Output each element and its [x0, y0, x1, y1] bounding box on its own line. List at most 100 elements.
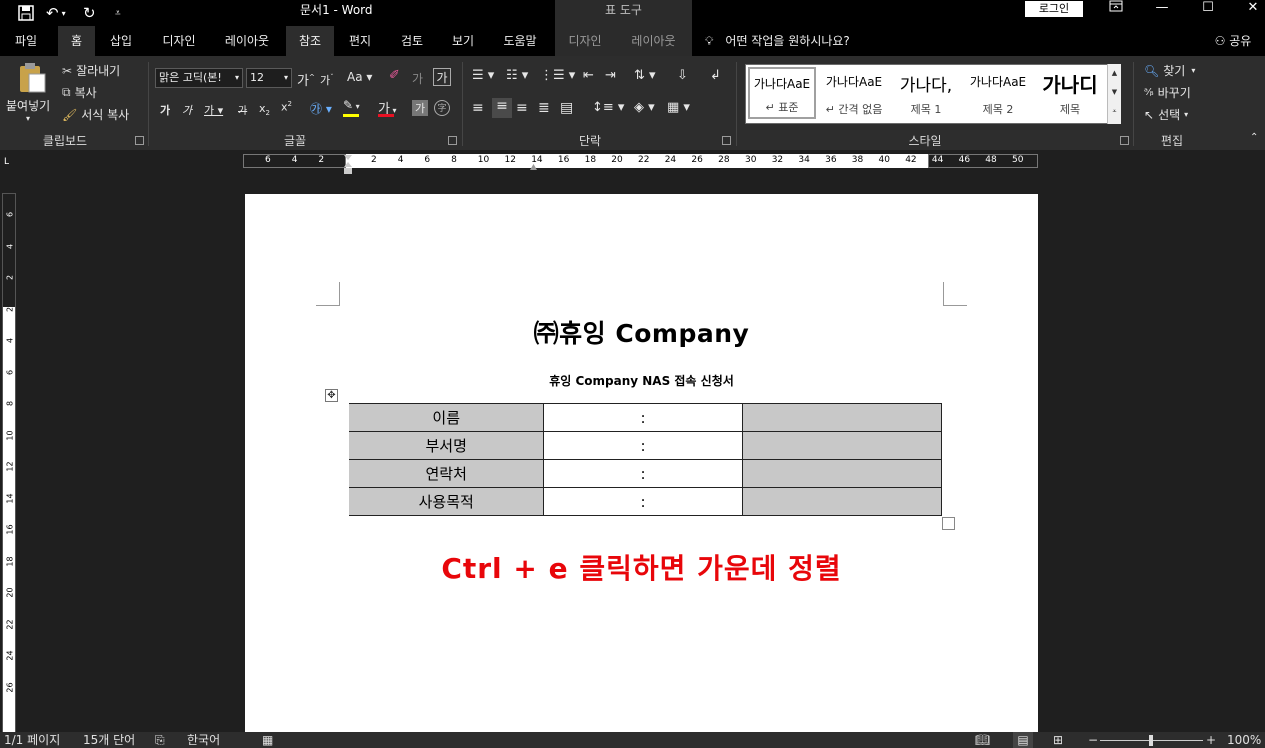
redo-icon[interactable]: ↻ — [83, 0, 96, 26]
tab-insert[interactable]: 삽입 — [101, 26, 141, 56]
tab-references[interactable]: 참조 — [286, 26, 334, 56]
superscript-icon[interactable]: x2 — [281, 100, 292, 114]
document-page[interactable]: ㈜휴잉 Company 휴잉 Company NAS 접속 신청서 ✥ 이름 :… — [245, 194, 1038, 734]
ribbon-display-options-icon[interactable] — [1093, 0, 1139, 18]
asian-layout-icon[interactable]: ⇩ — [677, 68, 688, 83]
tab-layout[interactable]: 레이아웃 — [215, 26, 279, 56]
multilevel-list-icon[interactable]: ⋮☰ ▾ — [540, 68, 575, 83]
close-icon[interactable]: ✕ — [1230, 0, 1265, 18]
font-launcher-icon[interactable] — [448, 136, 457, 145]
table-cell-separator[interactable]: : — [543, 431, 743, 460]
annotation-text[interactable]: Ctrl + e 클릭하면 가운데 정렬 — [245, 547, 1038, 587]
table-cell-label[interactable]: 사용목적 — [339, 487, 545, 516]
table-move-handle-icon[interactable]: ✥ — [325, 389, 338, 402]
table-cell-value[interactable] — [741, 431, 943, 460]
align-left-icon[interactable]: ≡ — [472, 100, 484, 116]
tab-design[interactable]: 디자인 — [152, 26, 206, 56]
styles-launcher-icon[interactable] — [1120, 136, 1129, 145]
text-effects-icon[interactable]: ㉮ ▾ — [310, 100, 332, 117]
minimize-icon[interactable]: — — [1139, 0, 1185, 18]
maximize-icon[interactable]: ☐ — [1185, 0, 1231, 18]
change-case-icon[interactable]: Aa ▾ — [347, 70, 372, 84]
highlight-color-button[interactable]: ✎ ▾ — [343, 98, 360, 112]
table-cell-value[interactable] — [741, 487, 943, 516]
document-subtitle[interactable]: 휴잉 Company NAS 접속 신청서 — [245, 372, 1038, 389]
collapse-ribbon-icon[interactable]: ⌃ — [1250, 132, 1258, 143]
tab-help[interactable]: 도움말 — [492, 26, 548, 56]
style-heading-1[interactable]: 가나다, 제목 1 — [892, 67, 960, 119]
table-cell-separator[interactable]: : — [543, 403, 743, 432]
font-size-box[interactable]: 12 ▾ — [246, 68, 292, 88]
replace-button[interactable]: ᵃ⁄ᵦ 바꾸기 — [1144, 84, 1191, 101]
align-right-icon[interactable]: ≡ — [516, 100, 528, 116]
paste-button[interactable] — [13, 62, 51, 94]
tab-review[interactable]: 검토 — [390, 26, 434, 56]
table-cell-value[interactable] — [741, 403, 943, 432]
distributed-icon[interactable]: ▤ — [560, 100, 573, 116]
line-spacing-icon[interactable]: ↕≡ ▾ — [592, 100, 624, 115]
tab-home[interactable]: 홈 — [58, 26, 95, 56]
justify-icon[interactable]: ≣ — [538, 100, 550, 116]
copy-button[interactable]: ⧉ 복사 — [62, 84, 97, 101]
undo-icon[interactable]: ↶ ▾ — [46, 0, 66, 26]
numbering-icon[interactable]: ☷ ▾ — [506, 68, 528, 83]
find-button[interactable]: 🔍︎ 찾기 ▾ — [1144, 62, 1195, 79]
underline-icon[interactable]: 가 ▾ — [204, 102, 223, 118]
paragraph-launcher-icon[interactable] — [722, 136, 731, 145]
table-cell-separator[interactable]: : — [543, 487, 743, 516]
read-mode-icon[interactable]: 📖︎ — [975, 732, 990, 748]
paste-dropdown-icon[interactable]: ▾ — [26, 114, 30, 123]
tab-file[interactable]: 파일 — [0, 26, 52, 56]
strikethrough-icon[interactable]: 가 — [238, 102, 247, 117]
tab-view[interactable]: 보기 — [440, 26, 486, 56]
enclose-characters-icon[interactable]: 字 — [434, 100, 450, 116]
sort-icon[interactable]: ⇅ ▾ — [634, 68, 656, 83]
bullets-icon[interactable]: ☰ ▾ — [472, 68, 494, 83]
share-button[interactable]: ⚇ 공유 — [1205, 26, 1261, 56]
italic-icon[interactable]: 가 — [182, 102, 192, 118]
subscript-icon[interactable]: x2 — [259, 102, 270, 117]
style-normal[interactable]: 가나다AaE ↵ 표준 — [748, 67, 816, 119]
cut-button[interactable]: ✂ 잘라내기 — [62, 62, 120, 79]
tab-selector-icon[interactable]: L — [4, 157, 14, 167]
show-marks-icon[interactable]: ↲ — [710, 68, 721, 83]
gallery-more-icon[interactable]: ⩡ — [1108, 102, 1121, 121]
table-cell-separator[interactable]: : — [543, 459, 743, 488]
zoom-level[interactable]: 100% — [1227, 732, 1261, 748]
format-painter-button[interactable]: 🖌︎ 서식 복사 — [62, 106, 129, 123]
macro-recording-icon[interactable]: ▦ — [262, 732, 273, 748]
tab-mailings[interactable]: 편지 — [338, 26, 382, 56]
tell-me-box[interactable]: 💡︎ 어떤 작업을 원하시나요? — [705, 26, 850, 56]
proofing-icon[interactable]: ⎘ — [155, 732, 165, 748]
style-heading-2[interactable]: 가나다AaE 제목 2 — [964, 67, 1032, 119]
form-table[interactable]: 이름 : 부서명 : 연락처 : 사용목적 : — [339, 403, 943, 516]
bold-icon[interactable]: 가 — [160, 102, 170, 118]
language[interactable]: 한국어 — [187, 732, 220, 748]
clipboard-launcher-icon[interactable] — [135, 136, 144, 145]
select-button[interactable]: ↖ 선택 ▾ — [1144, 106, 1188, 123]
table-cell-value[interactable] — [741, 459, 943, 488]
indent-marker[interactable] — [344, 155, 352, 175]
document-title[interactable]: ㈜휴잉 Company — [245, 314, 1038, 350]
page-count[interactable]: 1/1 페이지 — [4, 732, 60, 748]
zoom-out-icon[interactable]: − — [1088, 732, 1098, 748]
table-cell-label[interactable]: 부서명 — [339, 431, 545, 460]
customize-qat-icon[interactable]: ⩡ — [115, 0, 121, 26]
table-cell-label[interactable]: 이름 — [339, 403, 545, 432]
table-cell-label[interactable]: 연락처 — [339, 459, 545, 488]
grow-font-icon[interactable]: 가^ — [297, 70, 315, 89]
tab-table-design[interactable]: 디자인 — [555, 26, 615, 56]
word-count[interactable]: 15개 단어 — [83, 732, 135, 748]
zoom-slider-thumb[interactable] — [1149, 735, 1153, 746]
print-layout-icon[interactable]: ▤ — [1013, 732, 1033, 748]
login-button[interactable]: 로그인 — [1025, 1, 1083, 17]
phonetic-guide-icon[interactable]: 가 — [412, 70, 423, 87]
shrink-font-icon[interactable]: 가ˇ — [320, 72, 334, 88]
vertical-ruler[interactable]: 6 4 2 2 4 6 8 10 12 14 16 18 20 22 24 26 — [2, 193, 16, 738]
horizontal-ruler[interactable]: 6 4 2 2 4 6 8 10 12 14 16 18 20 22 24 26 28 30 32 34 36 38 40 4… — [243, 154, 1038, 168]
zoom-in-icon[interactable]: + — [1206, 732, 1216, 748]
tab-table-layout[interactable]: 레이아웃 — [615, 26, 692, 56]
styles-gallery-scroll[interactable]: ▲ ▼ ⩡ — [1107, 64, 1121, 124]
shading-icon[interactable]: ◈ ▾ — [634, 100, 655, 115]
web-layout-icon[interactable]: ⊞ — [1053, 732, 1063, 748]
